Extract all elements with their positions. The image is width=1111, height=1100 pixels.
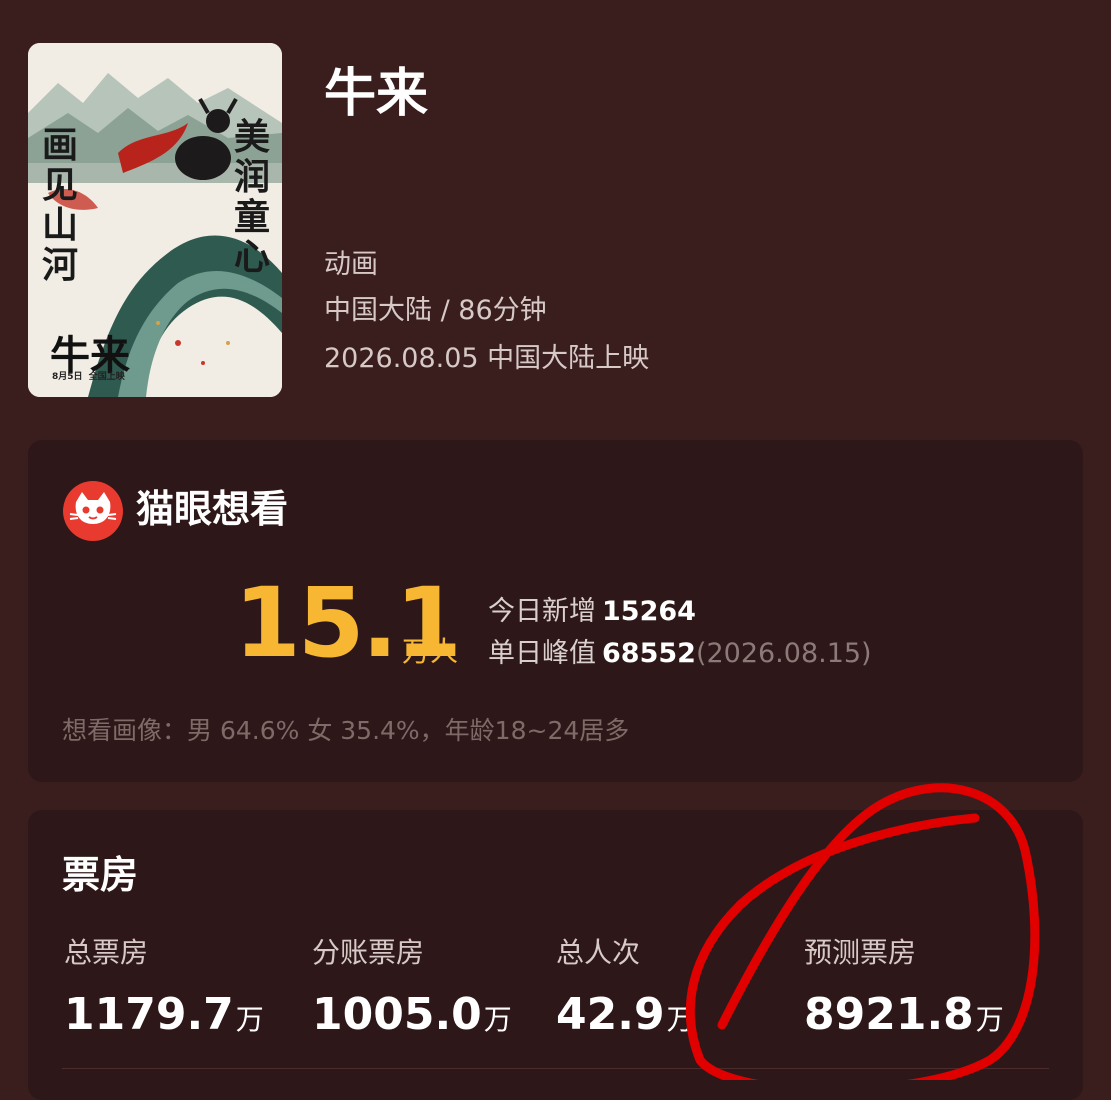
movie-region-duration: 中国大陆 / 86分钟 [324,295,547,326]
poster-left-slogan: 画见山河 [42,124,79,286]
daily-peak-date: (2026.08.15) [695,638,872,669]
movie-release-date: 2026.08.05 中国大陆上映 [324,343,650,374]
box-office-title: 票房 [62,853,139,897]
split-box-office: 分账票房 1005.0万 [312,934,512,1049]
total-admissions: 总人次 42.9万 [556,934,695,1049]
box-item-label: 总票房 [64,936,149,969]
today-new-stat: 今日新增 15264 [488,594,696,630]
daily-peak-label: 单日峰值 [488,638,596,669]
movie-poster[interactable]: 画见山河 美润童心 牛来 8月5日 全国上映 [28,43,282,397]
want-to-watch-card[interactable]: 猫眼想看 15.1 万人 今日新增 15264 单日峰值 68552(2026.08… [28,440,1083,782]
movie-title: 牛来 [324,64,429,124]
box-item-label: 分账票房 [312,936,425,969]
box-office-card[interactable]: 票房 总票房 1179.7万 分账票房 1005.0万 总人次 42.9万 预测… [28,810,1083,1100]
want-title: 猫眼想看 [136,487,289,531]
audience-portrait: 想看画像：男 64.6% 女 35.4%，年龄18~24居多 [62,716,630,745]
box-item-value: 8921.8万 [804,989,1004,1040]
poster-date: 8月5日 全国上映 [52,372,125,382]
poster-right-slogan: 美润童心 [234,116,271,278]
total-box-office: 总票房 1179.7万 [64,934,264,1049]
want-unit: 万人 [402,635,459,668]
box-item-value: 1005.0万 [312,989,512,1040]
box-item-label: 总人次 [556,936,641,969]
maoyan-cat-icon [63,481,123,541]
today-new-value: 15264 [602,596,696,627]
divider [62,1068,1049,1069]
today-new-label: 今日新增 [488,596,596,627]
daily-peak-value: 68552 [602,638,696,669]
movie-genre: 动画 [324,249,378,280]
box-item-label: 预测票房 [804,936,917,969]
predicted-box-office: 预测票房 8921.8万 [804,934,1004,1049]
box-item-value: 1179.7万 [64,989,264,1040]
daily-peak-stat: 单日峰值 68552(2026.08.15) [488,636,872,672]
box-item-value: 42.9万 [556,989,695,1040]
